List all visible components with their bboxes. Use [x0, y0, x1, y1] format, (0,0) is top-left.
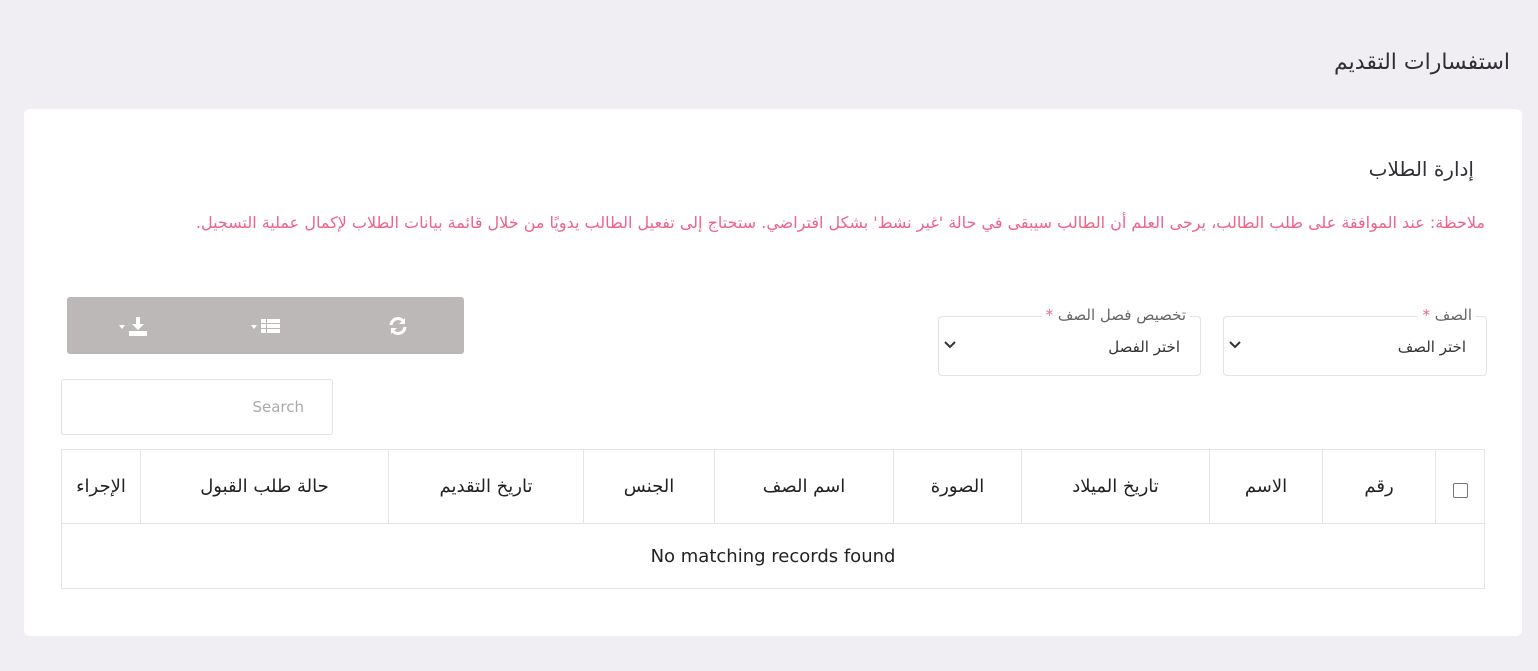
column-header-gender[interactable]: الجنس	[583, 449, 715, 524]
class-select[interactable]: الصف * اختر الصف	[1223, 306, 1487, 376]
column-header-number[interactable]: رقم	[1322, 449, 1436, 524]
column-header-action: الإجراء	[61, 449, 141, 524]
column-header-admission-status[interactable]: حالة طلب القبول	[140, 449, 389, 524]
card-title: إدارة الطلاب	[1368, 157, 1474, 181]
class-select-label: الصف *	[1418, 306, 1476, 324]
student-management-card: إدارة الطلاب ملاحظة: عند الموافقة على طل…	[24, 109, 1522, 636]
chevron-down-icon	[1229, 341, 1241, 349]
column-header-photo[interactable]: الصورة	[893, 449, 1022, 524]
download-icon	[119, 316, 147, 336]
page-title: استفسارات التقديم	[1334, 50, 1510, 75]
section-select[interactable]: تخصيص فصل الصف * اختر الفصل	[938, 306, 1201, 376]
select-all-checkbox[interactable]	[1452, 483, 1468, 498]
list-icon	[251, 318, 280, 333]
empty-message: No matching records found	[61, 523, 1485, 589]
search-input[interactable]	[61, 379, 333, 435]
students-table: رقم الاسم تاريخ الميلاد الصورة اسم الصف …	[61, 449, 1485, 589]
column-header-class-name[interactable]: اسم الصف	[714, 449, 894, 524]
select-all-header	[1435, 449, 1485, 524]
columns-button[interactable]	[199, 297, 331, 354]
required-mark: *	[1045, 306, 1054, 324]
column-header-application-date[interactable]: تاريخ التقديم	[388, 449, 584, 524]
column-header-birthdate[interactable]: تاريخ الميلاد	[1021, 449, 1210, 524]
section-select-value: اختر الفصل	[1108, 338, 1180, 356]
table-header-row: رقم الاسم تاريخ الميلاد الصورة اسم الصف …	[61, 449, 1485, 524]
export-button[interactable]	[67, 297, 199, 354]
required-mark: *	[1422, 306, 1430, 324]
section-select-label: تخصيص فصل الصف *	[1041, 306, 1190, 324]
table-toolbar	[67, 297, 464, 354]
refresh-icon	[389, 316, 406, 335]
class-select-value: اختر الصف	[1397, 338, 1466, 356]
column-header-name[interactable]: الاسم	[1209, 449, 1323, 524]
chevron-down-icon	[944, 341, 956, 349]
approval-note: ملاحظة: عند الموافقة على طلب الطالب، يرج…	[195, 213, 1485, 232]
refresh-button[interactable]	[331, 297, 464, 354]
table-row: No matching records found	[61, 523, 1485, 589]
